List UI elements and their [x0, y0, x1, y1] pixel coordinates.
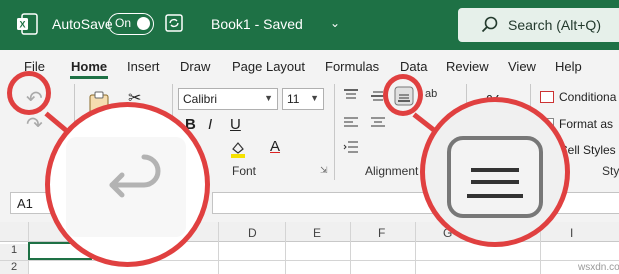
- search-icon: [481, 16, 498, 33]
- conditional-formatting-icon: [540, 91, 554, 103]
- row-header-2[interactable]: 2: [0, 261, 28, 274]
- group-separator: [334, 84, 335, 180]
- document-title[interactable]: Book1 - Saved: [211, 16, 303, 32]
- align-left-icon[interactable]: [343, 116, 359, 130]
- magnified-undo-button: [66, 137, 186, 237]
- font-size-value: 11: [287, 92, 300, 106]
- font-size-select[interactable]: 11 ▼: [282, 88, 324, 110]
- row-header-1[interactable]: 1: [0, 244, 28, 260]
- wrap-text-icon[interactable]: ab: [425, 88, 437, 100]
- font-name-value: Calibri: [183, 92, 218, 106]
- tab-review[interactable]: Review: [446, 59, 489, 74]
- grid-line: [415, 222, 416, 274]
- tab-page-layout[interactable]: Page Layout: [232, 59, 305, 74]
- tab-view[interactable]: View: [508, 59, 536, 74]
- toggle-knob: [137, 17, 150, 30]
- grid-line: [218, 222, 219, 274]
- search-input[interactable]: Search (Alt+Q): [458, 8, 619, 42]
- align-top-icon[interactable]: [343, 88, 359, 102]
- grid-line: [285, 222, 286, 274]
- font-color-button[interactable]: A: [270, 138, 280, 155]
- magnifier-undo: [45, 102, 210, 267]
- undo-icon: [109, 154, 161, 198]
- excel-logo-icon: X: [17, 13, 38, 35]
- tab-draw[interactable]: Draw: [180, 59, 210, 74]
- autosave-toggle[interactable]: On: [108, 13, 154, 35]
- underline-button[interactable]: U: [230, 116, 241, 133]
- dialog-launcher-icon[interactable]: ⇲: [320, 165, 328, 176]
- autosave-label: AutoSave: [52, 16, 113, 32]
- decrease-indent-icon[interactable]: [343, 140, 359, 154]
- group-label-alignment: Alignment: [365, 164, 419, 178]
- align-center-icon[interactable]: [370, 116, 386, 130]
- tab-insert[interactable]: Insert: [127, 59, 160, 74]
- conditional-formatting-label: Conditiona: [559, 90, 617, 104]
- search-placeholder: Search (Alt+Q): [508, 17, 601, 33]
- italic-button[interactable]: I: [208, 116, 212, 133]
- save-sync-icon[interactable]: [164, 13, 184, 33]
- column-header-d[interactable]: D: [248, 226, 257, 240]
- grid-line: [0, 260, 619, 261]
- highlight-ring-align: [383, 74, 423, 116]
- active-tab-indicator: [70, 76, 108, 79]
- group-label-font: Font: [232, 164, 257, 178]
- align-line: [471, 180, 519, 184]
- name-box-value: A1: [17, 196, 33, 211]
- watermark: wsxdn.com: [578, 262, 619, 273]
- chevron-down-icon: ▼: [310, 93, 319, 103]
- redo-icon[interactable]: ↷: [26, 112, 43, 137]
- grid-line: [350, 222, 351, 274]
- magnified-align-bottom-button: [447, 136, 543, 218]
- chevron-down-icon[interactable]: ⌄: [330, 16, 340, 30]
- align-line: [467, 194, 523, 198]
- group-label-styles: Sty: [602, 164, 619, 178]
- tab-data[interactable]: Data: [400, 59, 427, 74]
- autosave-toggle-state: On: [115, 16, 132, 30]
- font-name-select[interactable]: Calibri ▼: [178, 88, 278, 110]
- fill-color-icon[interactable]: [230, 140, 246, 158]
- svg-text:X: X: [19, 20, 25, 30]
- highlight-ring-undo: [7, 71, 51, 115]
- chevron-down-icon: ▼: [264, 93, 273, 103]
- tab-formulas[interactable]: Formulas: [325, 59, 379, 74]
- tab-help[interactable]: Help: [555, 59, 582, 74]
- tab-home[interactable]: Home: [71, 59, 107, 74]
- column-header-e[interactable]: E: [313, 226, 321, 240]
- column-header-i[interactable]: I: [570, 226, 573, 240]
- column-header-f[interactable]: F: [378, 226, 385, 240]
- conditional-formatting-button[interactable]: Conditiona: [540, 90, 616, 104]
- align-line: [471, 168, 519, 172]
- magnifier-align-bottom: [420, 97, 570, 247]
